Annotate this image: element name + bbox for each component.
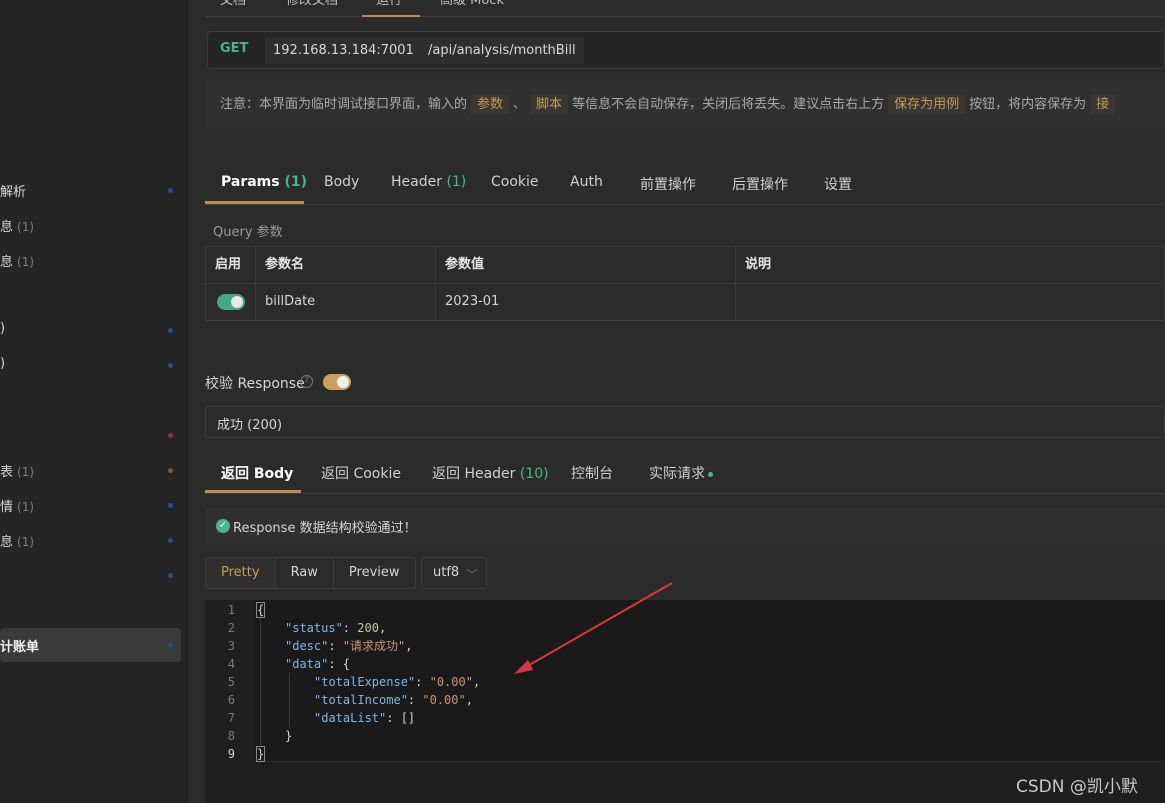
watermark: CSDN @凯小默 [1016,777,1138,797]
annotation-arrow [514,582,673,674]
